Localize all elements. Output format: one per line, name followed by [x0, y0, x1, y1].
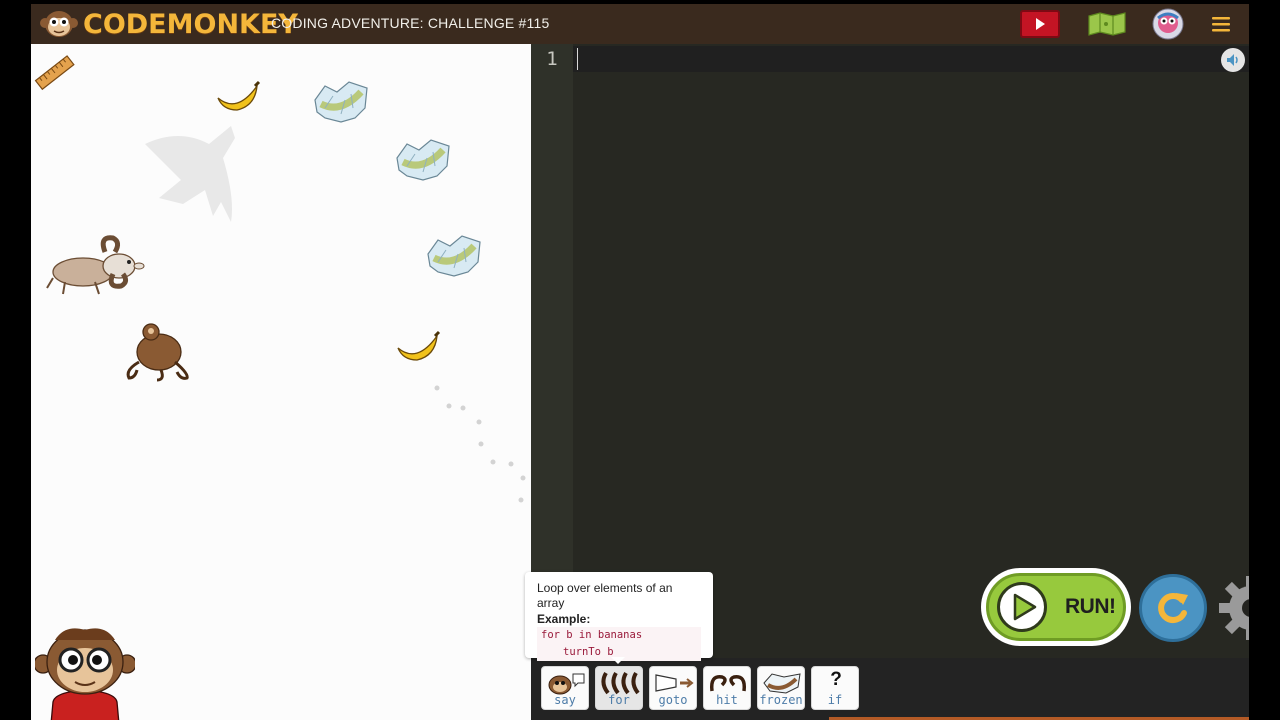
- goto-command-button[interactable]: goto: [649, 666, 697, 710]
- monkey-logo-icon: [40, 11, 78, 37]
- run-button-body: RUN!: [986, 573, 1126, 641]
- frozen-banana: [427, 235, 481, 277]
- say-command-label: say: [554, 693, 576, 707]
- if-command-button[interactable]: ? if: [811, 666, 859, 710]
- game-stage[interactable]: [31, 44, 531, 720]
- refresh-icon: [1158, 593, 1188, 624]
- codemonkey-logo[interactable]: CODEMONKEY: [39, 7, 298, 41]
- menu-button[interactable]: [1209, 10, 1233, 38]
- footprints: [434, 385, 526, 503]
- video-button[interactable]: [1020, 10, 1060, 38]
- if-command-label: if: [827, 693, 843, 707]
- bird-shadow: [145, 126, 235, 222]
- command-toolbar: say for goto hit frozen ? if: [531, 658, 1249, 720]
- tooltip-description: Loop over elements of an array: [537, 581, 673, 610]
- for-command-label: for: [608, 693, 630, 707]
- frozen-banana: [314, 81, 368, 123]
- gear-icon: [1219, 576, 1249, 640]
- monkey-player: [126, 323, 189, 382]
- tooltip-code-line: turnTo b: [537, 644, 701, 661]
- sound-button[interactable]: [1221, 48, 1245, 72]
- frozen-banana: [396, 139, 450, 181]
- code-editor[interactable]: 1: [531, 44, 1249, 658]
- header-bar: CODEMONKEY CODING ADVENTURE: CHALLENGE #…: [31, 4, 1249, 44]
- app-window: CODEMONKEY CODING ADVENTURE: CHALLENGE #…: [31, 4, 1249, 720]
- run-button[interactable]: RUN!: [981, 568, 1131, 646]
- avatar-icon: [1152, 8, 1184, 40]
- logo-wordmark: CODEMONKEY: [83, 8, 298, 40]
- question-icon: ?: [830, 669, 842, 690]
- line-number: 1: [546, 48, 558, 70]
- hamburger-menu-icon: [1212, 17, 1230, 32]
- play-icon: [1036, 18, 1045, 30]
- tooltip-example-label: Example:: [537, 612, 591, 626]
- ruler-tool-icon[interactable]: [33, 52, 77, 94]
- play-icon: [1013, 593, 1037, 621]
- for-command-tooltip: Loop over elements of an array Example: …: [525, 572, 713, 664]
- frozen-command-button[interactable]: frozen: [757, 666, 805, 710]
- goto-command-label: goto: [658, 693, 688, 707]
- map-icon: [1088, 12, 1126, 36]
- hit-command-label: hit: [716, 693, 738, 707]
- speaker-icon: [1227, 54, 1238, 66]
- text-cursor: [577, 48, 578, 70]
- monkey-speech-icon: [548, 673, 585, 695]
- hit-command-button[interactable]: hit: [703, 666, 751, 710]
- for-command-button[interactable]: for: [595, 666, 643, 710]
- run-button-label: RUN!: [1065, 595, 1116, 618]
- tooltip-code-line: for b in bananas: [537, 627, 701, 644]
- guide-monkey: [35, 628, 135, 720]
- goto-icon: [655, 674, 694, 692]
- say-command-button[interactable]: say: [541, 666, 589, 710]
- banana: [217, 80, 261, 111]
- hit-icon: [709, 675, 747, 692]
- frozen-banana-icon: [763, 673, 801, 694]
- run-play-circle: [997, 582, 1047, 632]
- line-number-gutter: 1: [531, 44, 573, 658]
- goat: [46, 235, 145, 295]
- reset-button[interactable]: [1139, 574, 1207, 642]
- user-avatar[interactable]: [1151, 8, 1185, 40]
- active-line-highlight: [573, 46, 1249, 72]
- bananas-icon: [601, 671, 640, 695]
- challenge-title: CODING ADVENTURE: CHALLENGE #115: [271, 15, 550, 31]
- settings-button[interactable]: [1217, 576, 1249, 640]
- map-button[interactable]: [1086, 10, 1128, 38]
- frozen-command-label: frozen: [759, 693, 803, 707]
- banana: [397, 330, 441, 361]
